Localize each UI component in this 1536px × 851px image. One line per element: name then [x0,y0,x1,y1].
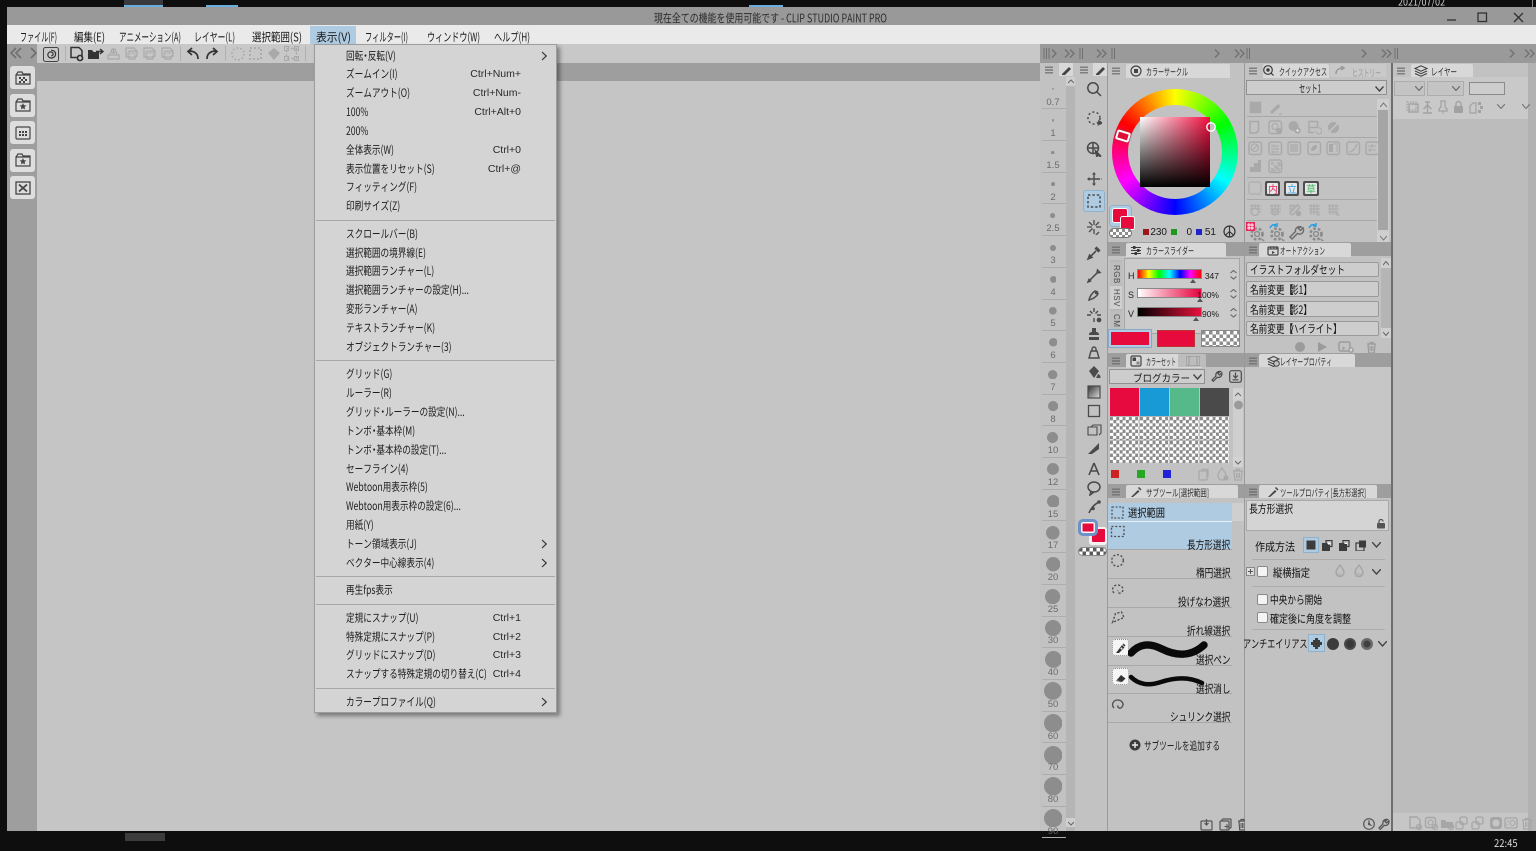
svg-text:%: % [1337,573,1343,578]
svg-text:Px: Px [1355,573,1362,578]
